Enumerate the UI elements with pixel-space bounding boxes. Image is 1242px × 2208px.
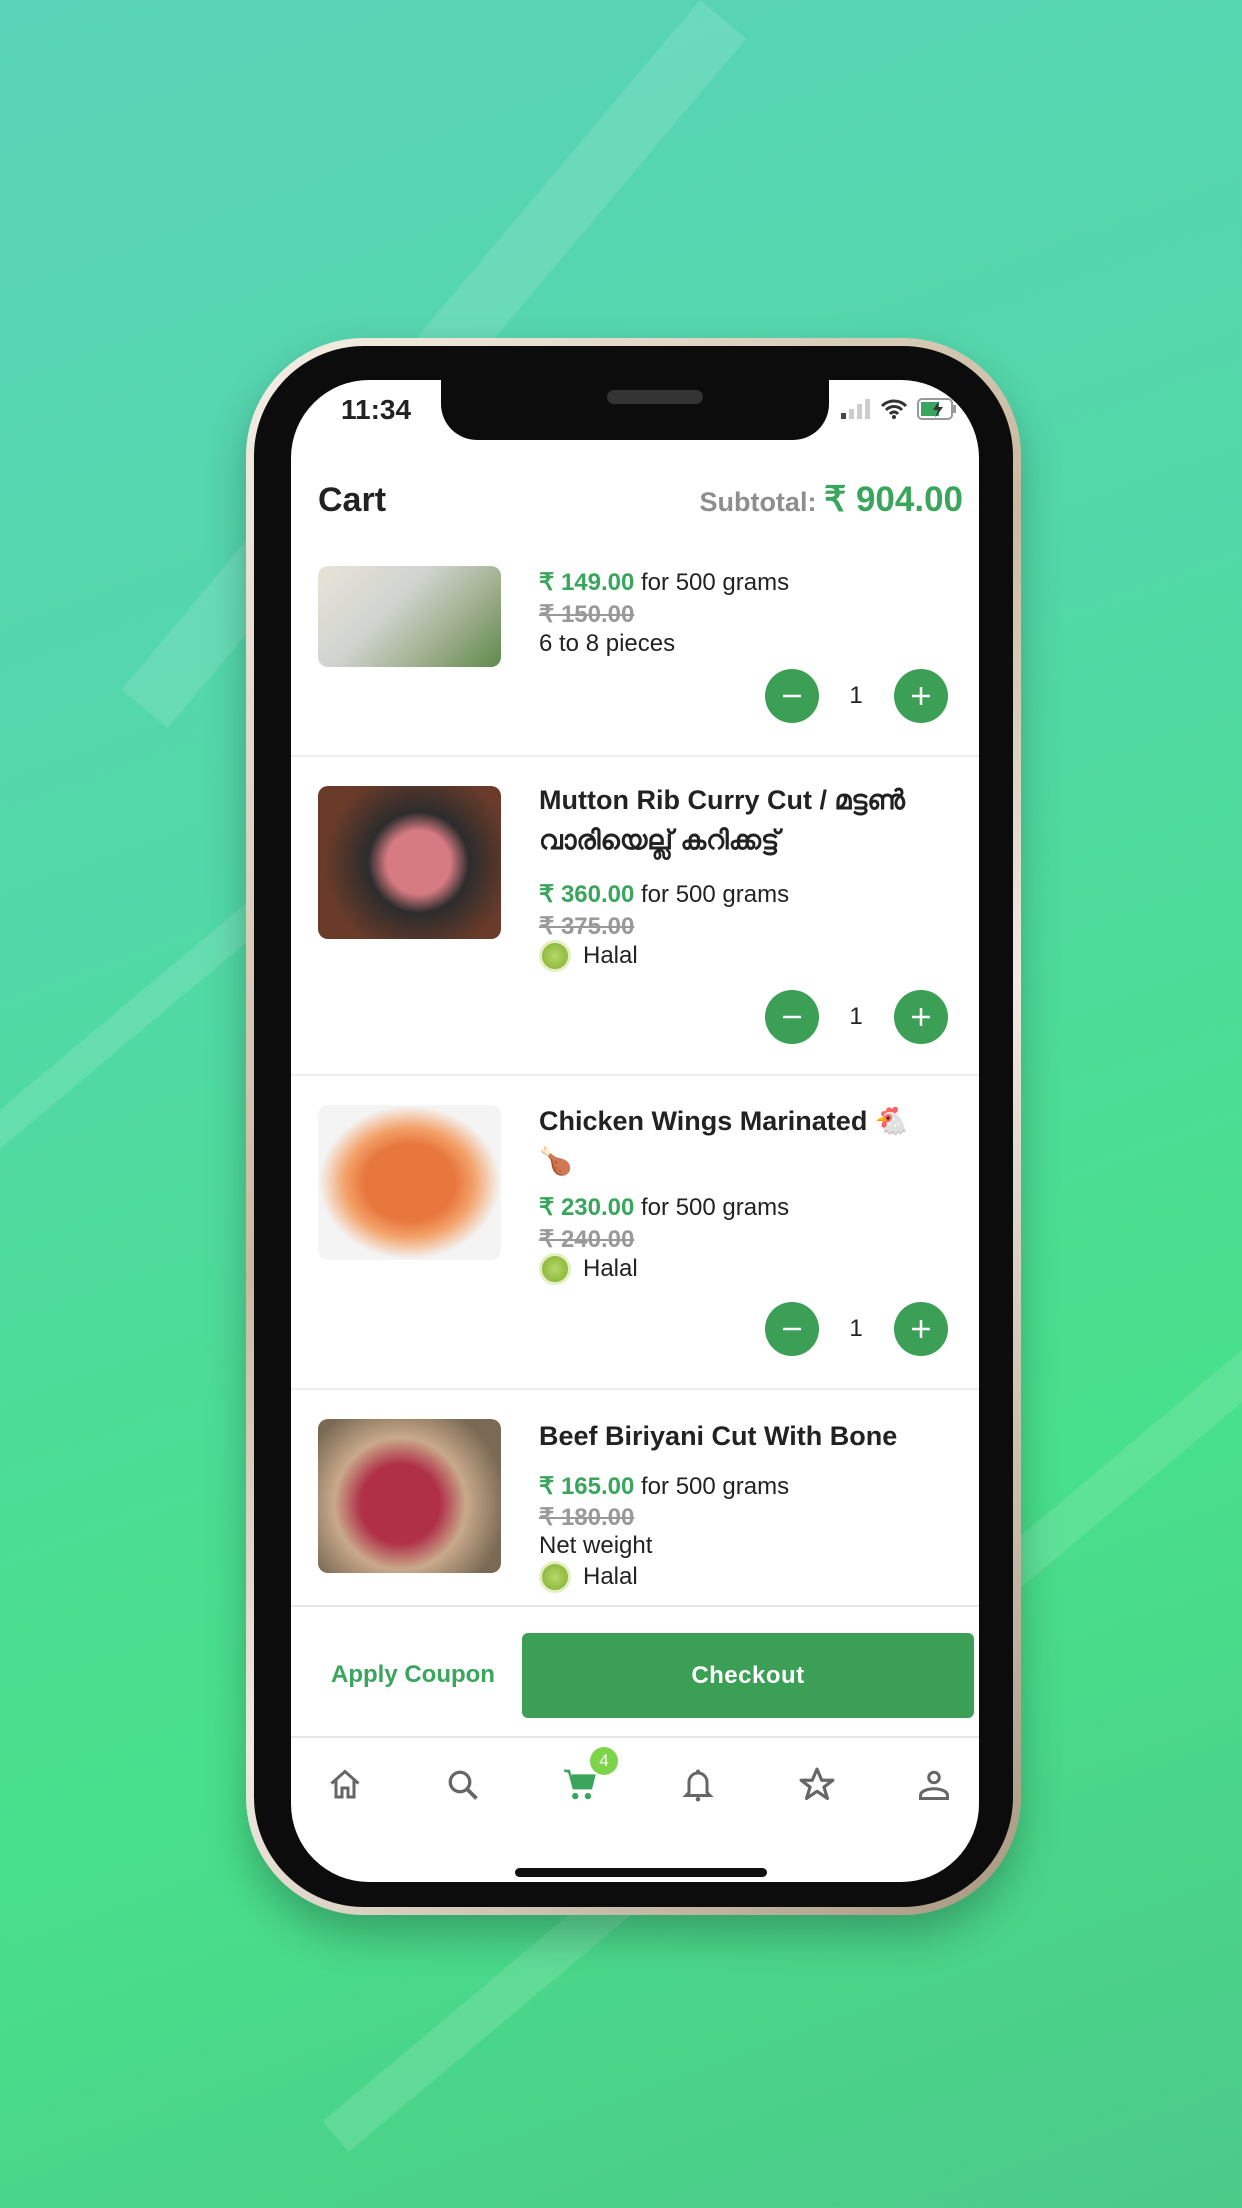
product-title[interactable]: Beef Biriyani Cut With Bone	[539, 1416, 939, 1456]
cart-icon	[564, 1769, 596, 1800]
user-icon	[919, 1770, 949, 1800]
product-title[interactable]: Chicken Wings Marinated 🐔🍗	[539, 1101, 939, 1181]
quantity: 1	[849, 1315, 863, 1342]
nav-notifications[interactable]	[676, 1763, 720, 1807]
nav-search[interactable]	[441, 1763, 485, 1807]
status-icons	[841, 398, 957, 420]
halal-tag: Halal	[539, 940, 638, 972]
unit: for 500 grams	[641, 1473, 790, 1500]
decrease-button[interactable]	[765, 669, 819, 723]
subtotal-label: Subtotal:	[699, 487, 817, 517]
subtotal-value: ₹ 904.00	[823, 480, 963, 519]
decrease-button[interactable]	[765, 990, 819, 1044]
halal-icon	[539, 940, 571, 972]
increase-button[interactable]	[894, 669, 948, 723]
halal-tag: Halal	[539, 1253, 638, 1285]
signal-icon	[841, 399, 870, 419]
home-icon	[330, 1769, 360, 1799]
nav-home[interactable]	[323, 1763, 367, 1807]
halal-icon	[539, 1561, 571, 1593]
price: ₹ 165.00	[539, 1473, 635, 1500]
apply-coupon-button[interactable]: Apply Coupon	[331, 1661, 495, 1689]
search-icon	[448, 1770, 478, 1800]
nav-divider	[291, 1736, 979, 1738]
increase-button[interactable]	[894, 1302, 948, 1356]
battery-icon	[917, 398, 956, 420]
halal-label: Halal	[583, 942, 638, 969]
quantity: 1	[849, 682, 863, 709]
halal-label: Halal	[583, 1255, 638, 1282]
product-image[interactable]	[318, 566, 501, 667]
unit: for 500 grams	[641, 881, 790, 908]
weight-note: Net weight	[539, 1532, 653, 1559]
old-price: ₹ 180.00	[539, 1504, 635, 1531]
unit: for 500 grams	[641, 569, 790, 596]
nav-profile[interactable]	[912, 1763, 956, 1807]
wifi-icon	[881, 399, 907, 419]
halal-icon	[539, 1253, 571, 1285]
product-image[interactable]	[318, 1419, 501, 1573]
product-image[interactable]	[318, 1105, 501, 1260]
halal-label: Halal	[583, 1563, 638, 1590]
price-line: ₹ 149.00 for 500 grams	[539, 568, 789, 597]
pieces-note: 6 to 8 pieces	[539, 630, 676, 657]
divider	[291, 1388, 979, 1390]
nav-favorites[interactable]	[795, 1763, 839, 1807]
bell-icon	[682, 1769, 714, 1802]
divider	[291, 755, 979, 757]
price: ₹ 360.00	[539, 881, 635, 908]
product-image[interactable]	[318, 786, 501, 939]
background-stripe	[0, 900, 270, 1309]
price-line: ₹ 360.00 for 500 grams	[539, 880, 789, 909]
star-icon	[799, 1767, 835, 1801]
price: ₹ 230.00	[539, 1194, 635, 1221]
app-screen: 11:34 Cart Subtotal: ₹ 904.00 ₹ 149.00 f…	[291, 380, 979, 1882]
increase-button[interactable]	[894, 990, 948, 1044]
home-indicator[interactable]	[515, 1868, 767, 1877]
old-price: ₹ 375.00	[539, 913, 635, 940]
quantity: 1	[849, 1003, 863, 1030]
old-price: ₹ 240.00	[539, 1226, 635, 1253]
halal-tag: Halal	[539, 1561, 638, 1593]
notch	[441, 380, 829, 440]
footer-divider	[291, 1605, 979, 1607]
decrease-button[interactable]	[765, 1302, 819, 1356]
page-title: Cart	[318, 481, 387, 519]
cart-count-badge: 4	[590, 1747, 618, 1775]
nav-cart[interactable]: 4	[558, 1747, 618, 1807]
price-line: ₹ 165.00 for 500 grams	[539, 1472, 789, 1501]
old-price: ₹ 150.00	[539, 601, 635, 628]
subtotal: Subtotal: ₹ 904.00	[699, 480, 963, 520]
price-line: ₹ 230.00 for 500 grams	[539, 1193, 789, 1222]
product-title[interactable]: Mutton Rib Curry Cut / മട്ടൺ വാരിയെല്ല് …	[539, 780, 939, 860]
price: ₹ 149.00	[539, 569, 635, 596]
divider	[291, 1074, 979, 1076]
unit: for 500 grams	[641, 1194, 790, 1221]
checkout-button[interactable]: Checkout	[522, 1633, 974, 1718]
status-time: 11:34	[341, 394, 412, 425]
